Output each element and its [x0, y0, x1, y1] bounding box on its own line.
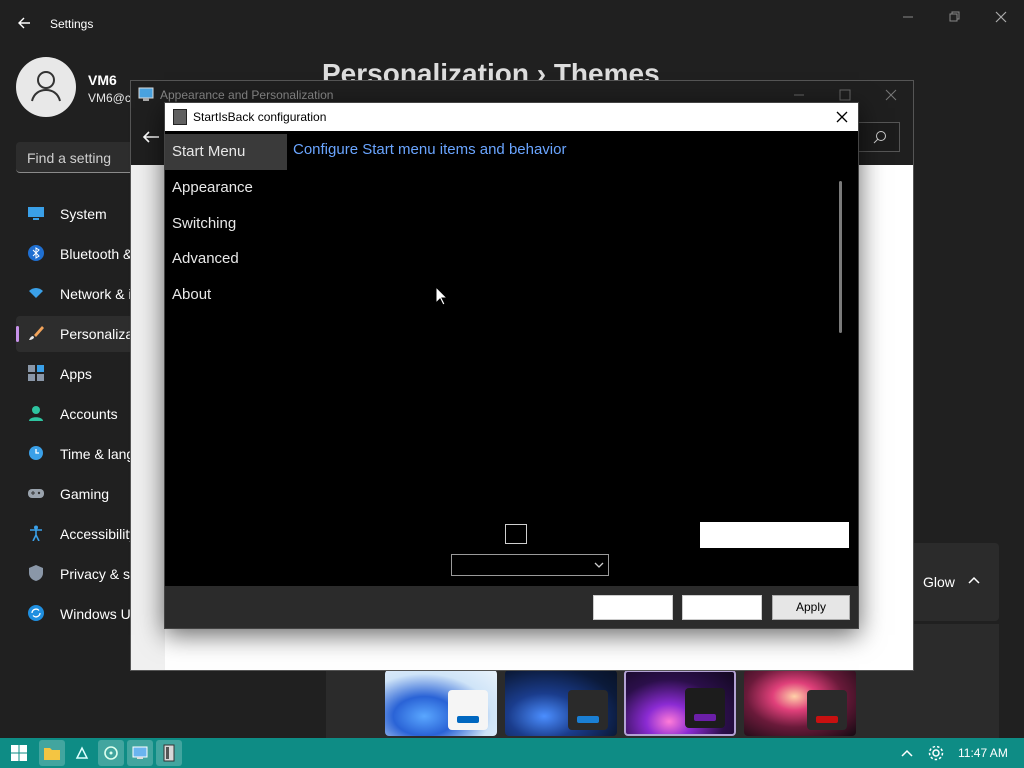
scrollbar-thumb[interactable]	[839, 181, 842, 333]
theme-thumbnail[interactable]	[385, 670, 497, 736]
close-icon[interactable]	[990, 6, 1012, 28]
sidebar-item-accounts[interactable]: Accounts	[16, 396, 141, 432]
brush-icon	[29, 326, 44, 340]
sidebar-item-personalization[interactable]: Personalization	[16, 316, 141, 352]
control-panel-left-pane	[131, 165, 165, 670]
file-explorer-button[interactable]	[39, 740, 65, 766]
startisback-icon	[163, 744, 175, 762]
update-icon	[28, 605, 44, 621]
theme-preview	[807, 690, 847, 730]
file-explorer-icon	[44, 748, 60, 760]
startisback-dialog: StartIsBack configuration Start Menu App…	[164, 102, 859, 629]
disc-app-button[interactable]	[98, 740, 124, 766]
taskbar-clock[interactable]: 11:47 AM	[958, 746, 1008, 760]
tab-about[interactable]: About	[165, 277, 287, 313]
ok-button[interactable]	[593, 595, 673, 620]
tab-appearance[interactable]: Appearance	[165, 170, 287, 206]
windows-start-icon[interactable]	[6, 740, 32, 766]
startisback-titlebar[interactable]: StartIsBack configuration	[165, 103, 858, 131]
startisback-tabs: Start Menu Appearance Switching Advanced…	[165, 131, 287, 586]
wifi-icon	[29, 288, 43, 298]
startisback-button[interactable]	[156, 740, 182, 766]
control-panel-title: Appearance and Personalization	[160, 88, 334, 102]
theme-accent-bar	[816, 716, 838, 723]
sidebar-item-windows-update[interactable]: Windows Update	[16, 596, 141, 632]
theme-preview	[685, 688, 725, 728]
search-placeholder: Find a setting	[27, 150, 112, 166]
theme-accent-bar	[577, 716, 599, 723]
theme-thumbnail[interactable]	[505, 670, 617, 736]
theme-option-label: Glow	[923, 574, 955, 590]
accessibility-icon	[30, 525, 42, 541]
chevron-down-icon	[594, 562, 604, 568]
search-input[interactable]: Find a setting	[16, 142, 146, 173]
theme-preview	[568, 690, 608, 730]
option-dropdown[interactable]	[451, 554, 609, 576]
theme-thumbnail-selected[interactable]	[624, 670, 736, 736]
tab-switching[interactable]: Switching	[165, 206, 287, 242]
back-arrow-icon[interactable]	[141, 129, 161, 145]
person-icon	[31, 71, 61, 102]
restore-icon[interactable]	[943, 6, 965, 28]
minimize-icon[interactable]	[897, 6, 919, 28]
section-heading: Configure Start menu items and behavior	[293, 141, 567, 158]
sidebar-item-apps[interactable]: Apps	[16, 356, 141, 392]
recycle-app-icon[interactable]	[69, 740, 95, 766]
sidebar-item-time-language[interactable]: Time & language	[16, 436, 141, 472]
sidebar-item-accessibility[interactable]: Accessibility	[16, 516, 141, 552]
settings-title: Settings	[50, 17, 94, 31]
scrollbar[interactable]	[836, 163, 848, 513]
user-name: VM6	[88, 72, 117, 88]
sidebar-item-system[interactable]: System	[16, 196, 141, 232]
sidebar-item-network[interactable]: Network & internet	[16, 276, 141, 312]
minimize-icon[interactable]	[791, 87, 807, 103]
startisback-app-icon	[173, 109, 187, 125]
apps-icon	[28, 365, 44, 381]
close-icon[interactable]	[832, 107, 852, 127]
apply-button[interactable]: Apply	[772, 595, 850, 620]
mouse-cursor-icon	[435, 286, 449, 306]
control-panel-icon	[138, 87, 154, 101]
option-field[interactable]	[700, 522, 849, 548]
control-panel-button[interactable]	[127, 740, 153, 766]
option-checkbox[interactable]	[505, 524, 527, 544]
disc-app-icon	[104, 746, 118, 760]
tab-start-menu[interactable]: Start Menu	[165, 134, 287, 170]
sidebar-item-privacy[interactable]: Privacy & security	[16, 556, 141, 592]
avatar[interactable]	[16, 57, 76, 117]
theme-preview	[448, 690, 488, 730]
theme-accent-bar	[457, 716, 479, 723]
clock-globe-icon	[29, 446, 43, 460]
maximize-icon[interactable]	[837, 87, 853, 103]
gear-icon[interactable]	[927, 744, 945, 762]
theme-thumbnail[interactable]	[744, 670, 856, 736]
cancel-button[interactable]	[682, 595, 762, 620]
theme-accent-bar	[694, 714, 716, 721]
active-indicator	[16, 326, 19, 342]
back-arrow-icon[interactable]	[14, 12, 36, 34]
chevron-up-icon[interactable]	[900, 746, 914, 760]
startisback-title: StartIsBack configuration	[193, 110, 327, 124]
person-icon	[29, 406, 43, 421]
chevron-up-icon[interactable]	[967, 575, 981, 585]
theme-option-card[interactable]: Glow	[903, 543, 999, 621]
sidebar-item-bluetooth[interactable]: Bluetooth & devices	[16, 236, 141, 272]
bluetooth-icon	[28, 245, 44, 261]
search-icon	[873, 131, 886, 144]
monitor-icon	[28, 207, 44, 220]
shield-icon	[29, 565, 43, 581]
taskbar: 11:47 AM	[0, 738, 1024, 768]
control-panel-icon	[132, 746, 148, 759]
close-icon[interactable]	[883, 87, 899, 103]
sidebar-item-gaming[interactable]: Gaming	[16, 476, 141, 512]
gamepad-icon	[28, 489, 44, 498]
tab-advanced[interactable]: Advanced	[165, 241, 287, 277]
